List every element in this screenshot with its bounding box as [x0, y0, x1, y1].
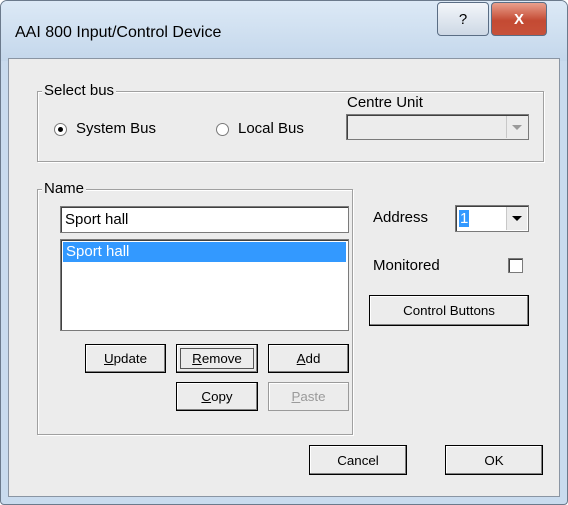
remove-button[interactable]: Remove [176, 344, 258, 373]
address-dropdown[interactable]: 1 [455, 205, 529, 232]
close-icon: X [513, 10, 524, 28]
chevron-down-icon [512, 216, 522, 221]
dialog-client-area: Select bus System Bus Local Bus Centre U… [8, 58, 560, 497]
system-bus-label[interactable]: System Bus [76, 120, 156, 137]
monitored-checkbox[interactable] [508, 258, 523, 273]
centre-unit-label: Centre Unit [347, 94, 423, 111]
ok-button[interactable]: OK [445, 445, 543, 475]
title-bar[interactable]: AAI 800 Input/Control Device ? X [1, 1, 567, 61]
chevron-down-icon [512, 124, 522, 130]
control-buttons-button[interactable]: Control Buttons [369, 295, 529, 326]
close-button[interactable]: X [491, 2, 547, 36]
add-button[interactable]: Add [268, 344, 349, 373]
local-bus-radio[interactable] [216, 123, 229, 136]
address-value: 1 [459, 210, 470, 227]
address-label: Address [373, 209, 429, 226]
system-bus-radio[interactable] [54, 123, 67, 136]
monitored-label: Monitored [373, 257, 440, 274]
address-dropdown-button[interactable] [506, 207, 527, 230]
window-title: AAI 800 Input/Control Device [15, 24, 222, 41]
list-item[interactable]: Sport hall [63, 242, 346, 262]
radio-selected-dot [58, 127, 63, 132]
help-button[interactable]: ? [437, 2, 489, 36]
local-bus-label[interactable]: Local Bus [238, 120, 304, 137]
centre-unit-dropdown[interactable] [346, 114, 529, 140]
name-list[interactable]: Sport hall [60, 239, 349, 331]
update-button[interactable]: Update [85, 344, 166, 373]
copy-button[interactable]: Copy [176, 382, 258, 411]
cancel-button[interactable]: Cancel [309, 445, 407, 475]
select-bus-legend: Select bus [42, 82, 117, 99]
paste-button[interactable]: Paste [268, 382, 349, 411]
centre-unit-dropdown-button[interactable] [506, 116, 527, 138]
name-input[interactable]: Sport hall [60, 206, 349, 233]
name-input-value: Sport hall [65, 211, 129, 228]
help-icon: ? [458, 10, 468, 28]
dialog-window: AAI 800 Input/Control Device ? X Select … [0, 0, 568, 505]
name-legend: Name [42, 180, 87, 197]
